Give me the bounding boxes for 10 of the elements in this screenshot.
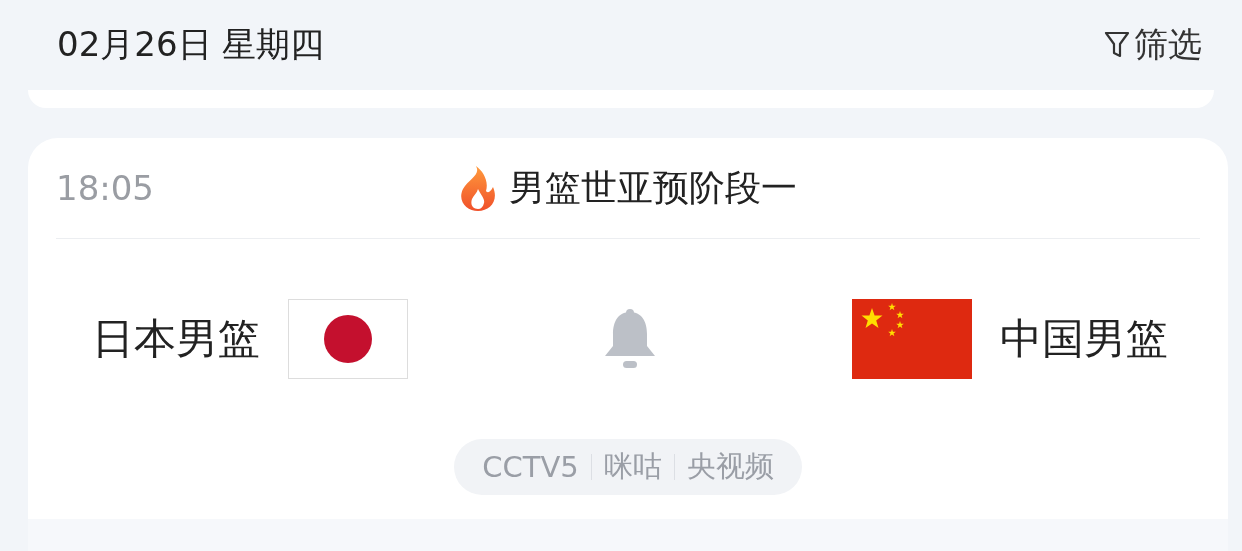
channel-label: CCTV5 <box>482 450 579 484</box>
team-name: 日本男篮 <box>92 313 260 365</box>
match-time: 18:05 <box>56 168 154 208</box>
match-title: 男篮世亚预阶段一 <box>509 165 797 210</box>
channel-label: 央视频 <box>686 448 774 485</box>
team-name: 中国男篮 <box>1000 313 1168 365</box>
filter-icon <box>1104 30 1130 60</box>
channel-label: 咪咕 <box>603 448 662 485</box>
date-label: 02月26日 星期四 <box>57 23 325 66</box>
filter-button[interactable]: 筛选 <box>1104 22 1202 68</box>
